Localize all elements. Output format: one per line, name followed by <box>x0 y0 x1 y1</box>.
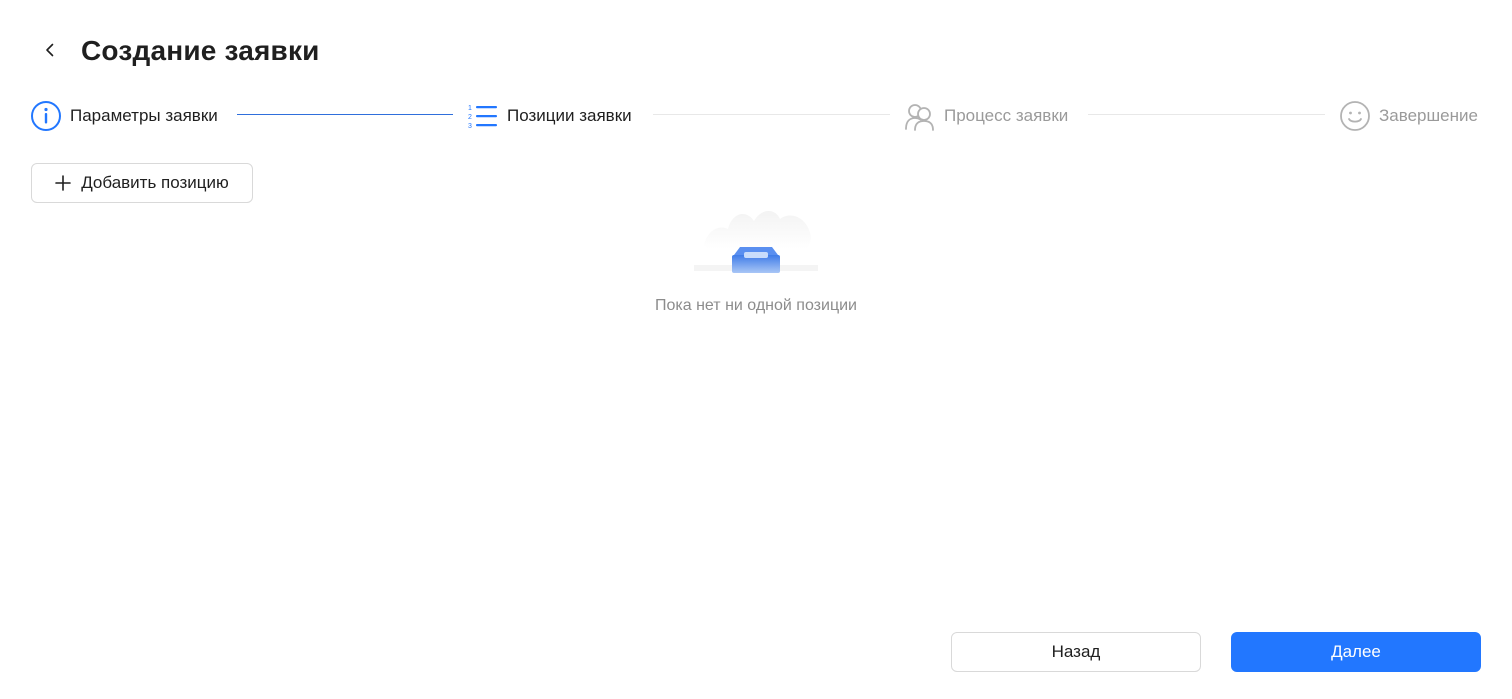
users-icon <box>904 100 936 132</box>
numbered-list-icon: 1 2 3 <box>467 100 499 132</box>
empty-state: Пока нет ни одной позиции <box>600 205 912 315</box>
info-circle-icon <box>30 100 62 132</box>
next-button[interactable]: Далее <box>1231 632 1481 672</box>
step-process[interactable]: Процесс заявки <box>904 96 1068 136</box>
step-label: Параметры заявки <box>70 106 218 125</box>
step-connector <box>1088 114 1325 115</box>
step-positions[interactable]: 1 2 3 Позиции заявки <box>467 96 632 136</box>
empty-inbox-icon <box>694 211 818 273</box>
step-label: Завершение <box>1379 106 1478 125</box>
svg-text:3: 3 <box>468 123 472 130</box>
step-connector <box>237 114 453 115</box>
step-label: Процесс заявки <box>944 106 1069 125</box>
svg-text:1: 1 <box>468 105 472 112</box>
back-button[interactable]: Назад <box>951 632 1201 672</box>
plus-icon <box>55 175 71 191</box>
add-position-label: Добавить позицию <box>81 173 229 192</box>
smile-icon <box>1339 100 1371 132</box>
step-connector <box>653 114 890 115</box>
stepper: Параметры заявки 1 2 3 Позиции заявки Пр… <box>0 96 1512 136</box>
svg-text:2: 2 <box>468 114 472 121</box>
step-label: Позиции заявки <box>507 106 632 125</box>
empty-state-text: Пока нет ни одной позиции <box>655 297 857 314</box>
back-arrow-button[interactable] <box>38 38 62 62</box>
create-request-page: Создание заявки Параметры заявки 1 2 3 П… <box>0 0 1512 699</box>
step-parameters[interactable]: Параметры заявки <box>30 96 218 136</box>
chevron-left-icon <box>46 43 54 57</box>
add-position-button[interactable]: Добавить позицию <box>31 163 253 203</box>
page-title: Создание заявки <box>81 35 320 66</box>
step-completion[interactable]: Завершение <box>1339 96 1478 136</box>
